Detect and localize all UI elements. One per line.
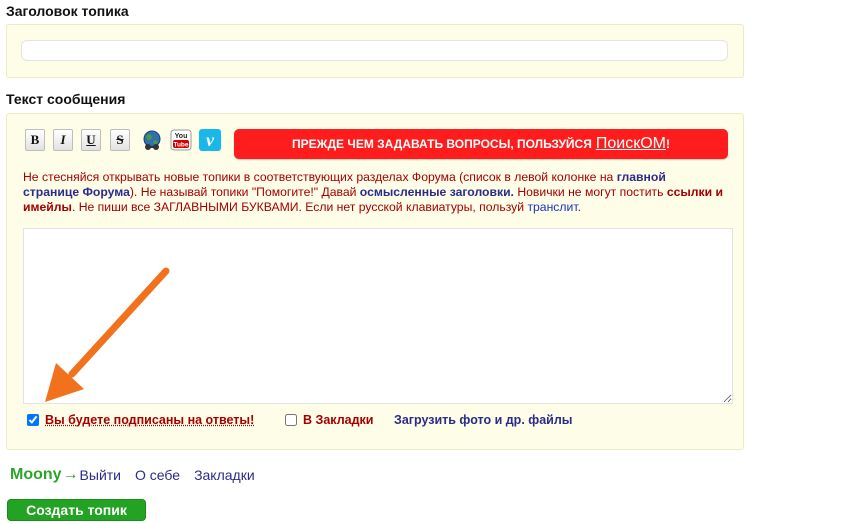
topic-title-panel xyxy=(6,24,744,78)
youtube-icon-text-bottom: Tube xyxy=(173,142,188,149)
insert-link-button[interactable] xyxy=(140,128,164,152)
banner-search-link[interactable]: ПоискОМ xyxy=(596,135,666,153)
vimeo-icon-text: v xyxy=(206,130,215,150)
message-text-label: Текст сообщения xyxy=(6,91,126,107)
youtube-icon-text-top: You xyxy=(175,133,188,140)
earth-icon xyxy=(143,130,161,150)
subscribe-checkbox[interactable] xyxy=(27,414,39,426)
bold-button[interactable]: B xyxy=(25,129,45,151)
rules-text-1: Не стесняйся открывать новые топики в со… xyxy=(23,170,617,184)
user-bar: Moony → Выйти О себе Закладки xyxy=(10,466,269,484)
youtube-button[interactable]: You Tube xyxy=(169,128,193,152)
message-textarea[interactable] xyxy=(23,228,733,404)
vimeo-icon: v xyxy=(199,129,221,151)
youtube-icon: You Tube xyxy=(170,129,192,151)
upload-option[interactable]: Загрузить фото и др. файлы xyxy=(394,413,572,427)
rules-text-5: Новички не могут постить xyxy=(513,185,667,199)
bold-icon: B xyxy=(30,132,40,147)
italic-icon: I xyxy=(60,132,66,147)
forum-rules-text: Не стесняйся открывать новые топики в со… xyxy=(23,170,723,215)
about-me-link[interactable]: О себе xyxy=(135,467,180,483)
rules-text-3: ). Не называй топики "Помогите!" Давай xyxy=(129,185,360,199)
italic-button[interactable]: I xyxy=(53,129,73,151)
subscribe-label: Вы будете подписаны на ответы! xyxy=(45,413,255,427)
username: Moony xyxy=(10,466,62,483)
strikethrough-button[interactable]: S xyxy=(110,129,130,151)
vimeo-button[interactable]: v xyxy=(198,128,222,152)
banner-text: ПРЕЖДЕ ЧЕМ ЗАДАВАТЬ ВОПРОСЫ, ПОЛЬЗУЙСЯ xyxy=(292,137,592,151)
topic-title-input[interactable] xyxy=(21,40,728,61)
bookmark-label: В Закладки xyxy=(303,413,374,427)
strikethrough-icon: S xyxy=(116,132,124,147)
rules-text-9: . xyxy=(577,200,581,214)
create-topic-button[interactable]: Создать топик xyxy=(7,499,146,521)
banner-exclamation: ! xyxy=(665,137,670,151)
upload-files-link[interactable]: Загрузить фото и др. файлы xyxy=(394,413,572,427)
bookmarks-link[interactable]: Закладки xyxy=(194,467,255,483)
topic-title-label: Заголовок топика xyxy=(6,3,129,19)
underline-icon: U xyxy=(86,132,96,147)
message-panel: B I U S You Tube v ПРЕЖДЕ ЧЕМ ЗАДАВАТЬ В… xyxy=(6,113,744,450)
bookmark-checkbox[interactable] xyxy=(285,414,297,426)
subscribe-option[interactable]: Вы будете подписаны на ответы! xyxy=(27,413,254,427)
logout-link[interactable]: Выйти xyxy=(80,467,121,483)
arrow-right-icon: → xyxy=(62,466,79,483)
underline-button[interactable]: U xyxy=(81,129,101,151)
translit-link[interactable]: транслит xyxy=(527,200,577,214)
rules-text-7: . Не пиши все ЗАГЛАВНЫМИ БУКВАМИ. Если н… xyxy=(71,200,528,214)
bookmark-option[interactable]: В Закладки xyxy=(285,413,373,427)
rules-meaningful-titles: осмысленные заголовки. xyxy=(359,185,514,199)
search-warning-banner[interactable]: ПРЕЖДЕ ЧЕМ ЗАДАВАТЬ ВОПРОСЫ, ПОЛЬЗУЙСЯ П… xyxy=(234,129,728,159)
